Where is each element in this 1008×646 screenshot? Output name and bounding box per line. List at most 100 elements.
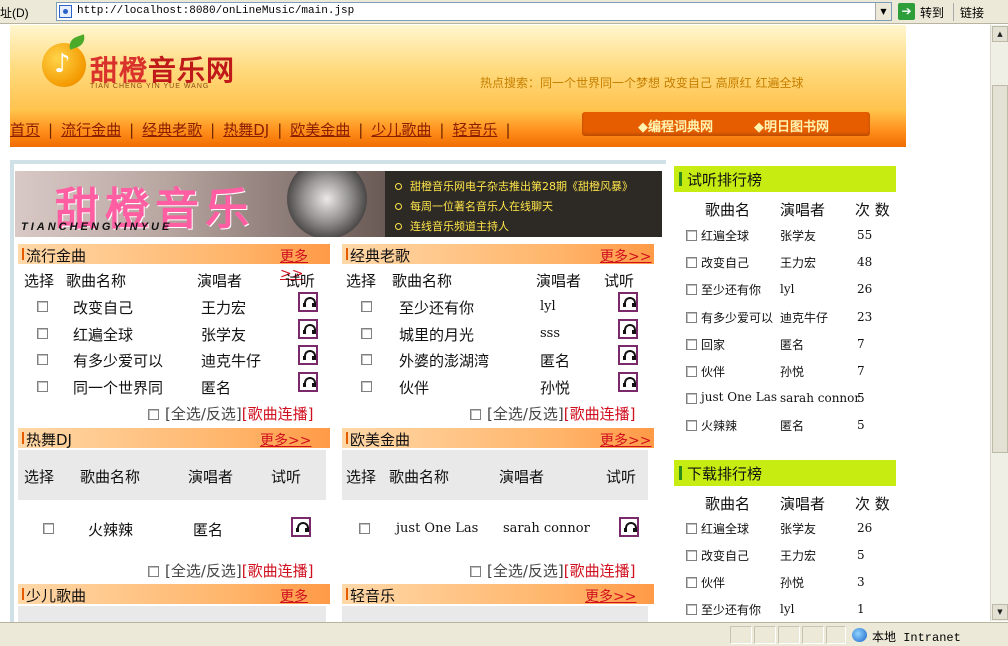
row-checkbox[interactable] — [359, 523, 370, 534]
address-url[interactable]: http://localhost:8080/onLineMusic/main.j… — [77, 5, 354, 17]
listen-icon[interactable] — [618, 292, 638, 312]
play-all-link[interactable]: [歌曲连播] — [564, 562, 636, 580]
scroll-thumb[interactable] — [992, 85, 1008, 453]
dj-actions: [全选/反选][歌曲连播] — [148, 560, 313, 581]
rank-song[interactable]: 火辣辣 — [701, 417, 737, 434]
dropdown-arrow-icon[interactable]: ▼ — [875, 3, 891, 20]
banner-subtitle: TIANCHENGYINYUE — [21, 221, 173, 233]
select-all-link[interactable]: [全选/反选] — [165, 562, 242, 580]
row-checkbox[interactable] — [43, 523, 54, 534]
news-item[interactable]: 甜橙音乐网电子杂志推出第28期《甜橙风暴》 — [395, 177, 633, 197]
rank-checkbox[interactable] — [686, 284, 697, 296]
row-checkbox[interactable] — [361, 354, 372, 365]
news-text: 甜橙音乐网电子杂志推出第28期《甜橙风暴》 — [410, 180, 633, 193]
listen-icon[interactable] — [298, 292, 318, 312]
news-item[interactable]: 连线音乐频道主持人 — [395, 217, 633, 237]
scroll-down-icon[interactable]: ▼ — [992, 604, 1008, 620]
more-link-classic[interactable]: 更多>> — [600, 246, 651, 266]
rank-checkbox[interactable] — [686, 230, 697, 241]
song-name[interactable]: 红遍全球 — [73, 324, 133, 345]
select-all-link[interactable]: [全选/反选] — [487, 405, 564, 423]
more-link-light[interactable]: 更多>> — [585, 586, 636, 606]
rank-song[interactable]: 伙伴 — [701, 363, 725, 380]
rank-checkbox[interactable] — [686, 604, 697, 615]
link-books[interactable]: ◆明日图书网 — [754, 116, 829, 135]
select-all-link[interactable]: [全选/反选] — [487, 562, 564, 580]
rank-checkbox[interactable] — [686, 523, 697, 534]
rank-song[interactable]: 伙伴 — [701, 574, 725, 591]
select-all-link[interactable]: [全选/反选] — [165, 405, 242, 423]
rank-checkbox[interactable] — [686, 366, 697, 377]
rank-checkbox[interactable] — [686, 393, 697, 405]
news-text: 连线音乐频道主持人 — [410, 220, 509, 233]
go-button[interactable]: ➔ 转到 — [898, 2, 950, 22]
listen-icon[interactable] — [618, 345, 638, 365]
row-checkbox[interactable] — [361, 328, 372, 339]
rank-count: 7 — [857, 336, 865, 351]
play-all-link[interactable]: [歌曲连播] — [242, 405, 314, 423]
listen-icon[interactable] — [298, 345, 318, 365]
nav-item[interactable]: 轻音乐 — [452, 121, 497, 139]
news-item[interactable]: 每周一位著名音乐人在线聊天 — [395, 197, 633, 217]
link-dictionary[interactable]: ◆编程词典网 — [638, 116, 713, 135]
select-all-checkbox[interactable] — [148, 566, 159, 577]
hot-search[interactable]: 热点搜索：同一个世界同一个梦想 改变自己 高原红 红遍全球 — [480, 74, 803, 91]
listen-icon[interactable] — [298, 372, 318, 392]
rank-checkbox[interactable] — [686, 338, 697, 350]
row-checkbox[interactable] — [37, 301, 48, 312]
listen-icon[interactable] — [618, 319, 638, 339]
row-checkbox[interactable] — [361, 381, 372, 392]
rank-song[interactable]: 红遍全球 — [701, 227, 749, 244]
rank-song[interactable]: 至少还有你 — [701, 281, 761, 298]
rank-song[interactable]: 至少还有你 — [701, 601, 761, 618]
more-link-western[interactable]: 更多>> — [600, 430, 651, 450]
more-link-dj[interactable]: 更多>> — [260, 430, 311, 450]
select-all-checkbox[interactable] — [148, 409, 159, 420]
song-name[interactable]: 城里的月光 — [399, 324, 474, 345]
select-all-checkbox[interactable] — [470, 566, 481, 577]
row-checkbox[interactable] — [37, 354, 48, 365]
rank-checkbox[interactable] — [686, 420, 697, 432]
listen-icon[interactable] — [619, 517, 639, 537]
rank-checkbox[interactable] — [686, 257, 697, 269]
play-all-link[interactable]: [歌曲连播] — [242, 562, 314, 580]
nav-separator: | — [210, 121, 216, 139]
scroll-up-icon[interactable]: ▲ — [992, 26, 1008, 42]
links-button[interactable]: 链接 — [960, 4, 984, 21]
select-all-checkbox[interactable] — [470, 409, 481, 420]
panel-bar — [22, 588, 24, 600]
song-name[interactable]: 改变自己 — [73, 297, 133, 318]
address-input[interactable]: http://localhost:8080/onLineMusic/main.j… — [56, 2, 892, 21]
song-name[interactable]: 伙伴 — [399, 377, 429, 398]
song-name[interactable]: just One Las — [396, 521, 478, 536]
listen-icon[interactable] — [618, 372, 638, 392]
rank-checkbox[interactable] — [686, 550, 697, 561]
rank-song[interactable]: 回家 — [701, 336, 725, 353]
listen-icon[interactable] — [291, 517, 311, 537]
nav-item[interactable]: 热舞DJ — [223, 121, 269, 139]
row-checkbox[interactable] — [37, 381, 48, 392]
listen-icon[interactable] — [298, 319, 318, 339]
rank-checkbox[interactable] — [686, 311, 697, 323]
nav-item[interactable]: 流行金曲 — [61, 121, 121, 139]
vertical-scrollbar[interactable]: ▲ ▼ — [990, 25, 1008, 621]
rank-song[interactable]: 红遍全球 — [701, 520, 749, 537]
row-checkbox[interactable] — [37, 328, 48, 339]
song-name[interactable]: 同一个世界同 — [73, 377, 163, 398]
song-name[interactable]: 火辣辣 — [88, 519, 133, 540]
song-name[interactable]: 有多少爱可以 — [73, 350, 163, 371]
bullet-icon — [395, 203, 402, 210]
song-name[interactable]: 外婆的澎湖湾 — [399, 350, 489, 371]
nav-item[interactable]: 少儿歌曲 — [371, 121, 431, 139]
rank-song[interactable]: just One Las — [701, 390, 777, 404]
play-all-link[interactable]: [歌曲连播] — [564, 405, 636, 423]
nav-item[interactable]: 欧美金曲 — [290, 121, 350, 139]
nav-item[interactable]: 经典老歌 — [142, 121, 202, 139]
rank-song[interactable]: 有多少爱可以 — [701, 309, 773, 326]
rank-song[interactable]: 改变自己 — [701, 254, 749, 271]
nav-item[interactable]: 首页 — [10, 121, 40, 139]
rank-checkbox[interactable] — [686, 577, 697, 588]
song-name[interactable]: 至少还有你 — [399, 297, 474, 318]
rank-song[interactable]: 改变自己 — [701, 547, 749, 564]
row-checkbox[interactable] — [361, 301, 372, 312]
